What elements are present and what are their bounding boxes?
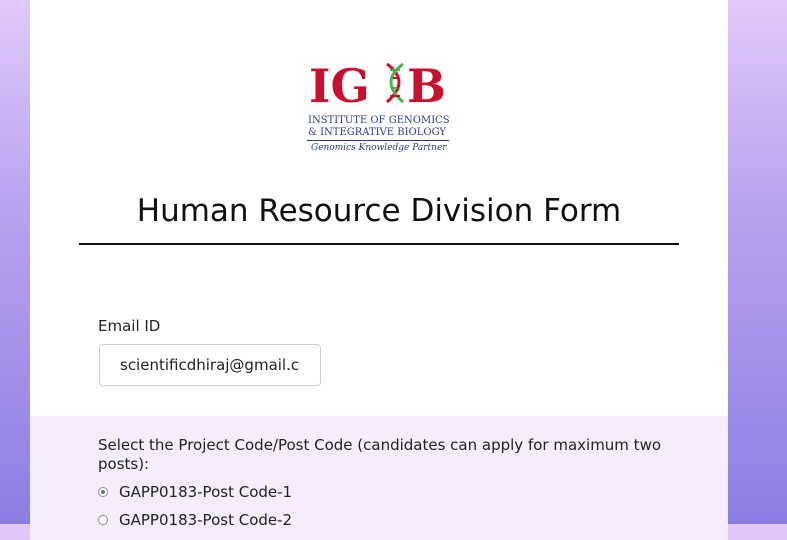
logo-letter-b: B [407, 59, 446, 108]
dna-helix-icon [385, 62, 405, 104]
option-post-code-1[interactable]: GAPP0183-Post Code-1 [98, 482, 292, 502]
option-label: GAPP0183-Post Code-2 [119, 511, 293, 529]
email-field[interactable] [99, 344, 321, 386]
option-post-code-2[interactable]: GAPP0183-Post Code-2 [98, 510, 292, 530]
logo-line-1: INSTITUTE OF GENOMICS [308, 115, 450, 126]
logo-tagline: Genomics Knowledge Partner [311, 143, 447, 153]
option-label: GAPP0183-Post Code-1 [119, 483, 293, 501]
radio-selected-icon[interactable] [98, 487, 108, 497]
title-underline [79, 243, 679, 245]
project-code-question: Select the Project Code/Post Code (candi… [98, 436, 662, 473]
logo-divider [307, 140, 449, 141]
form-title: Human Resource Division Form [136, 193, 622, 229]
project-code-section: Select the Project Code/Post Code (candi… [30, 416, 728, 540]
igib-logo-mark: IG B [309, 59, 446, 108]
email-label: Email ID [98, 317, 161, 335]
form-card: IG B INSTITUTE OF GENOMICS & INTEGRATIVE… [30, 0, 728, 540]
logo-letters-ig: IG [309, 59, 370, 108]
logo-line-2: & INTEGRATIVE BIOLOGY [308, 127, 447, 138]
igib-logo: IG B INSTITUTE OF GENOMICS & INTEGRATIVE… [307, 58, 452, 158]
